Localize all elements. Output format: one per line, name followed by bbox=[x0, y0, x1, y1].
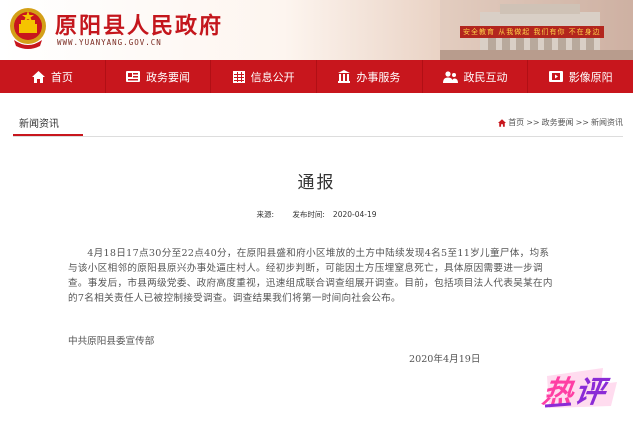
breadcrumb-news[interactable]: 政务要闻 bbox=[542, 117, 574, 128]
nav-item-home[interactable]: 首页 bbox=[0, 60, 106, 93]
nav-item-services[interactable]: 办事服务 bbox=[317, 60, 423, 93]
site-header: 原阳县人民政府 WWW.YUANYANG.GOV.CN 安全教育 从我做起 我们… bbox=[0, 0, 633, 60]
article-body: 4月18日17点30分至22点40分，在原阳县盛和府小区堆放的土方中陆续发现4名… bbox=[68, 248, 553, 304]
section-tab-underline bbox=[13, 134, 83, 136]
main-nav: 首页 政务要闻 信息公开 办事服务 政民互动 影像原阳 bbox=[0, 60, 633, 93]
home-icon bbox=[498, 118, 507, 127]
published-label: 发布时间: bbox=[292, 210, 325, 219]
nav-item-news[interactable]: 政务要闻 bbox=[106, 60, 212, 93]
nav-item-interaction[interactable]: 政民互动 bbox=[423, 60, 529, 93]
grid-icon bbox=[232, 70, 245, 83]
article-date: 2020年4月19日 bbox=[409, 354, 481, 365]
nav-item-label: 办事服务 bbox=[356, 70, 401, 84]
news-icon bbox=[126, 71, 140, 82]
people-icon bbox=[442, 70, 458, 83]
breadcrumb-home[interactable]: 首页 bbox=[508, 117, 524, 128]
site-url: WWW.YUANYANG.GOV.CN bbox=[57, 38, 162, 47]
breadcrumb-separator: >> bbox=[526, 118, 540, 127]
section-bar: 新闻资讯 首页 >> 政务要闻 >> 新闻资讯 bbox=[13, 110, 623, 137]
breadcrumb: 首页 >> 政务要闻 >> 新闻资讯 bbox=[498, 117, 623, 128]
nav-item-label: 首页 bbox=[50, 70, 73, 84]
source-label: 来源: bbox=[256, 210, 274, 219]
nav-item-label: 信息公开 bbox=[250, 70, 295, 84]
nav-item-label: 政民互动 bbox=[463, 70, 508, 84]
nav-item-info[interactable]: 信息公开 bbox=[211, 60, 318, 93]
film-icon bbox=[548, 71, 563, 82]
article-title: 通报 bbox=[297, 173, 336, 193]
article-signature: 中共原阳县委宣传部 bbox=[68, 336, 155, 347]
hot-comment-logo: 热 评 bbox=[539, 368, 617, 410]
national-emblem-icon bbox=[10, 8, 46, 49]
nav-item-gallery[interactable]: 影像原阳 bbox=[528, 60, 633, 93]
home-icon bbox=[31, 70, 45, 83]
section-tab[interactable]: 新闻资讯 bbox=[19, 115, 59, 130]
breadcrumb-current[interactable]: 新闻资讯 bbox=[591, 117, 623, 128]
article-meta: 来源: 发布时间: 2020-04-19 bbox=[0, 209, 633, 220]
building-banner: 安全教育 从我做起 我们有你 不在身边 bbox=[460, 26, 604, 38]
hot-comment-badge: 热 评 bbox=[539, 362, 621, 412]
building-icon bbox=[338, 70, 351, 83]
nav-item-label: 影像原阳 bbox=[568, 70, 613, 84]
published-date: 2020-04-19 bbox=[332, 210, 377, 219]
site-title[interactable]: 原阳县人民政府 bbox=[55, 8, 223, 40]
nav-item-label: 政务要闻 bbox=[146, 70, 190, 84]
breadcrumb-separator: >> bbox=[575, 118, 589, 127]
